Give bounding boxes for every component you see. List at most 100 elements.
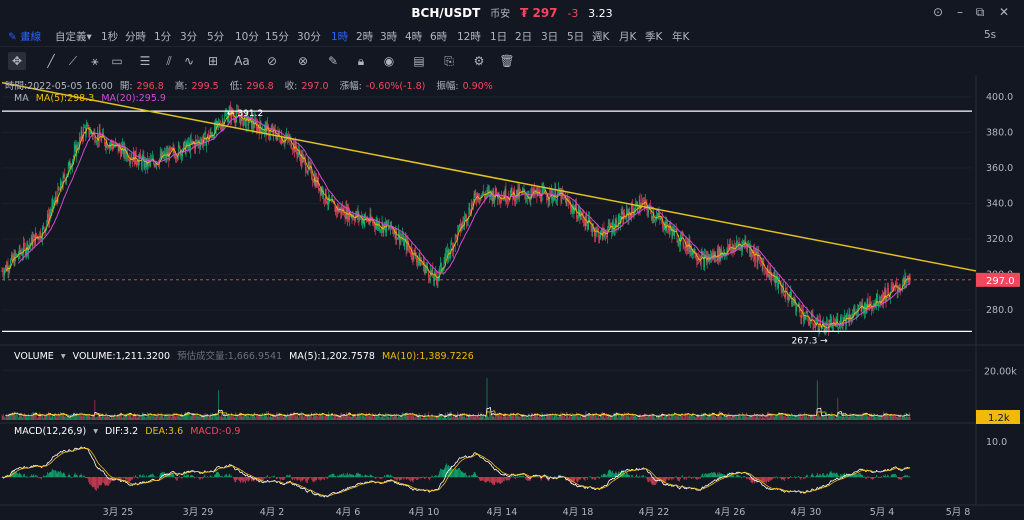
macd-hist-bar <box>687 477 688 478</box>
volume-bar <box>602 414 604 420</box>
macd-hist-bar <box>767 477 768 482</box>
volume-bar <box>274 417 275 420</box>
candle-body <box>529 198 531 200</box>
candle-body <box>576 218 578 220</box>
macd-hist-bar <box>749 477 751 480</box>
volume-bar <box>358 415 360 420</box>
macd-hist-bar <box>483 477 484 481</box>
candle-body <box>756 251 758 263</box>
macd-hist-bar <box>173 475 175 478</box>
volume-bar <box>372 413 373 420</box>
volume-bar <box>848 417 850 420</box>
candle-body <box>684 247 686 248</box>
macd-hist-bar <box>360 473 361 478</box>
candle-body <box>847 319 849 322</box>
macd-hist-bar <box>162 472 164 478</box>
volume-bar <box>24 413 25 420</box>
macd-hist-bar <box>800 477 802 480</box>
macd-hist-bar <box>877 477 879 478</box>
macd-hist-bar <box>710 473 711 478</box>
macd-hist-bar <box>867 476 869 478</box>
volume-bar <box>488 417 490 420</box>
macd-hist-bar <box>151 474 152 478</box>
volume-bar <box>351 416 353 420</box>
candle-body <box>473 192 475 200</box>
macd-hist-bar <box>458 468 459 478</box>
macd-hist-bar <box>641 475 643 478</box>
macd-hist-bar <box>227 476 229 478</box>
volume-bar <box>718 411 720 420</box>
macd-hist-bar <box>331 474 332 478</box>
volume-bar <box>666 415 668 420</box>
macd-hist-bar <box>29 476 30 478</box>
candle-body <box>537 190 539 197</box>
volume-bar <box>118 413 120 420</box>
volume-bar <box>606 412 607 420</box>
candle-body <box>873 304 875 305</box>
candle-body <box>691 249 692 256</box>
volume-bar <box>195 414 196 420</box>
volume-bar <box>774 416 776 420</box>
volume-bar <box>434 417 435 420</box>
macd-hist-bar <box>337 475 339 478</box>
candle-body <box>248 122 250 126</box>
candle-body <box>214 123 215 139</box>
volume-bar <box>871 418 873 420</box>
candle-body <box>785 287 787 290</box>
macd-hist-bar <box>276 477 277 480</box>
macd-hist-bar <box>74 472 76 478</box>
volume-bar <box>565 411 567 420</box>
macd-hist-bar <box>337 475 338 478</box>
macd-hist-bar <box>388 475 390 478</box>
macd-hist-bar <box>510 475 512 478</box>
volume-bar <box>567 415 569 420</box>
candle-body <box>178 144 180 147</box>
volume-bar <box>850 413 852 420</box>
macd-hist-bar <box>405 477 406 478</box>
macd-hist-bar <box>601 474 602 478</box>
volume-bar <box>128 413 130 420</box>
macd-hist-bar <box>312 477 313 482</box>
candle-body <box>804 316 805 322</box>
candle-body <box>592 229 594 233</box>
volume-bar <box>375 416 377 420</box>
volume-bar <box>476 416 477 420</box>
volume-bar <box>892 416 894 420</box>
macd-hist-bar <box>306 477 307 483</box>
volume-bar <box>589 415 591 420</box>
macd-hist-bar <box>313 477 315 481</box>
macd-hist-bar <box>48 473 49 478</box>
macd-hist-bar <box>289 474 291 478</box>
macd-hist-bar <box>241 477 243 481</box>
volume-bar <box>700 413 702 420</box>
macd-hist-bar <box>218 472 220 478</box>
macd-hist-bar <box>465 472 466 478</box>
macd-hist-bar <box>632 475 633 478</box>
volume-bar <box>478 417 480 420</box>
macd-hist-bar <box>780 477 782 480</box>
macd-hist-bar <box>184 473 185 478</box>
volume-bar <box>206 416 207 420</box>
macd-hist-bar <box>872 477 874 480</box>
volume-bar <box>298 417 299 420</box>
macd-hist-bar <box>324 477 325 480</box>
macd-hist-bar <box>89 477 91 485</box>
macd-hist-bar <box>628 474 630 478</box>
macd-hist-bar <box>686 477 687 480</box>
macd-hist-bar <box>878 477 880 478</box>
macd-hist-bar <box>456 470 458 478</box>
macd-hist-bar <box>176 477 177 481</box>
volume-bar <box>287 413 288 420</box>
candle-body <box>394 232 396 239</box>
volume-bar <box>42 414 43 420</box>
volume-bar <box>867 416 869 420</box>
candle-body <box>98 130 100 142</box>
macd-hist-bar <box>525 477 526 480</box>
macd-hist-bar <box>825 476 827 478</box>
volume-bar <box>232 415 233 420</box>
candle-body <box>859 304 861 306</box>
macd-hist-bar <box>147 475 149 478</box>
macd-hist-bar <box>374 477 375 478</box>
candle-body <box>308 161 310 167</box>
candle-body <box>88 125 90 135</box>
